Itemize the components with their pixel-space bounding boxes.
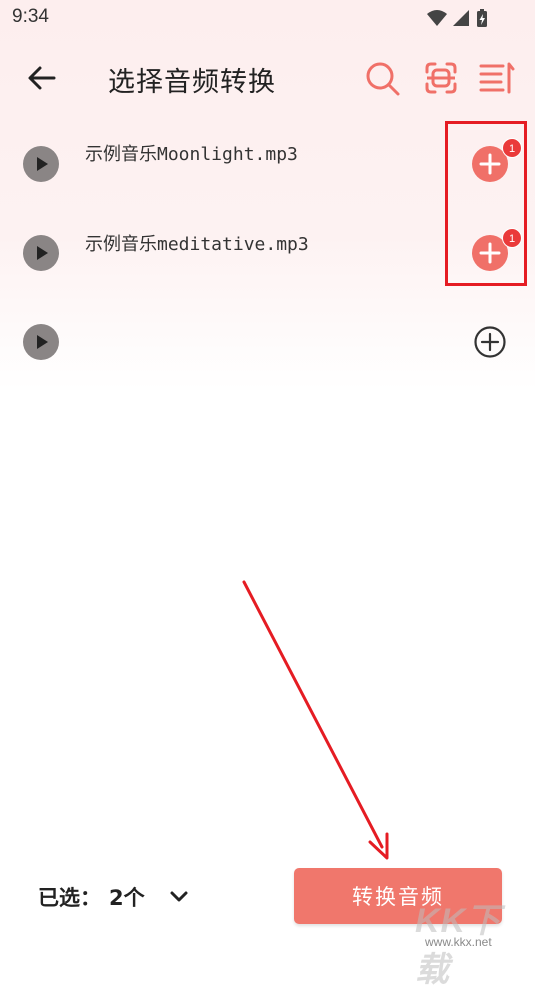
add-circle-outline-icon[interactable] [472, 324, 508, 360]
watermark-url: www.kkx.net [425, 935, 492, 949]
play-icon [37, 157, 48, 171]
battery-charging-icon [477, 9, 487, 27]
sort-list-icon[interactable] [475, 58, 515, 98]
file-name: 示例音乐meditative.mp3 [85, 234, 309, 255]
wifi-icon [427, 10, 447, 26]
status-time: 9:34 [12, 6, 49, 27]
status-bar: 9:34 [0, 0, 535, 36]
page-title: 选择音频转换 [108, 67, 276, 98]
cellular-signal-icon [453, 10, 469, 26]
chevron-down-icon[interactable] [166, 884, 192, 910]
selected-label: 已选： [38, 886, 101, 910]
play-button[interactable] [23, 324, 59, 360]
play-button[interactable] [23, 146, 59, 182]
play-icon [37, 246, 48, 260]
play-icon [37, 335, 48, 349]
watermark: KK下载 www.kkx.net [415, 893, 535, 989]
file-name: 示例音乐Moonlight.mp3 [85, 144, 298, 165]
status-icons [427, 9, 487, 27]
list-item[interactable] [0, 294, 535, 382]
scan-icon[interactable] [421, 58, 461, 98]
arrow-left-icon[interactable] [24, 60, 60, 96]
play-button[interactable] [23, 235, 59, 271]
annotation-highlight-box [445, 121, 527, 286]
search-icon[interactable] [362, 58, 402, 98]
app-bar: 选择音频转换 [0, 44, 535, 112]
selected-count: 2个 [109, 886, 145, 910]
